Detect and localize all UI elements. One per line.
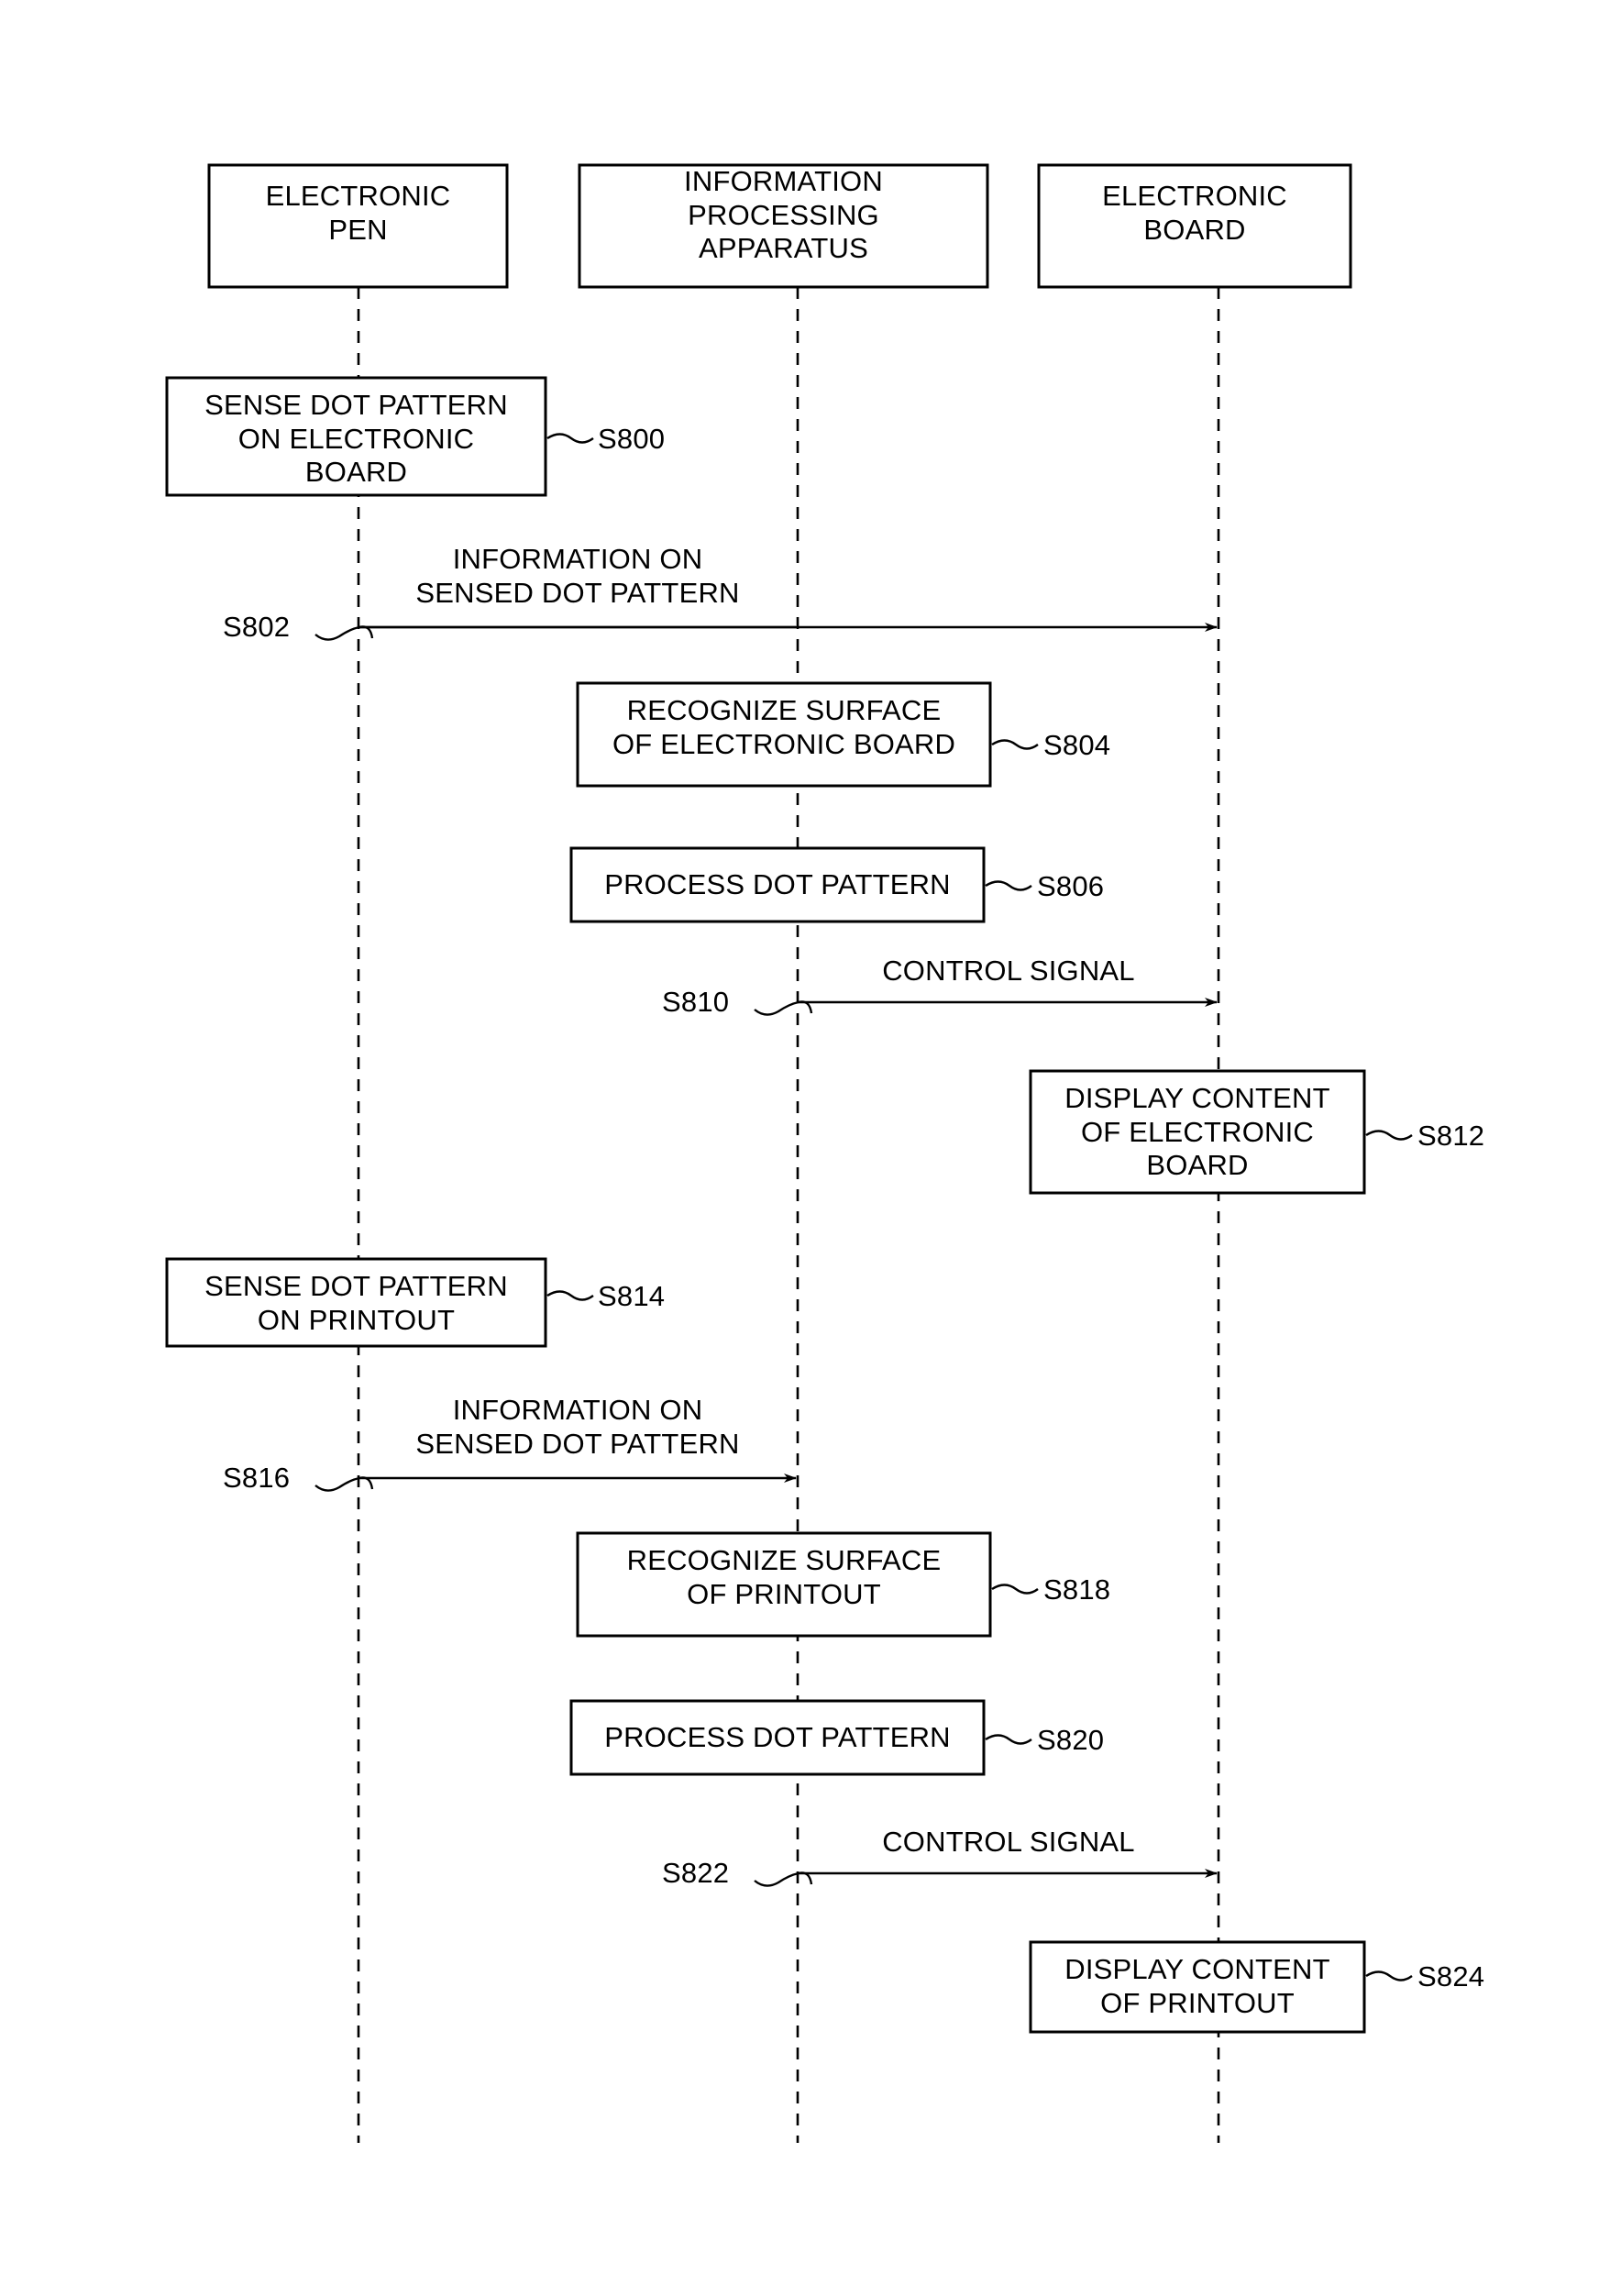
activity-label-s814-line2: ON PRINTOUT [257,1303,456,1336]
activity-label-s824: DISPLAY CONTENT OF PRINTOUT [1031,1953,1364,2020]
activity-label-s812-line1: DISPLAY CONTENT [1064,1082,1330,1114]
message-label-s802-line2: SENSED DOT PATTERN [415,577,740,610]
leader-s814 [546,1290,594,1301]
leader-s804 [991,739,1039,750]
leader-s800 [546,433,594,444]
leader-s810-msg [754,1000,813,1016]
leader-s824 [1365,1970,1413,1981]
activity-label-s824-line1: DISPLAY CONTENT [1064,1953,1330,1985]
activity-label-s820-line1: PROCESS DOT PATTERN [604,1720,951,1753]
message-label-s822-line1: CONTROL SIGNAL [882,1826,1135,1858]
activity-label-s814-line1: SENSE DOT PATTERN [204,1270,508,1302]
activity-label-s800-line2: ON ELECTRONIC [237,422,475,455]
actor-label-information-processing-apparatus: INFORMATION PROCESSING APPARATUS [579,165,987,266]
activity-label-s800-line1: SENSE DOT PATTERN [204,389,508,421]
activity-label-s818-line1: RECOGNIZE SURFACE [626,1544,942,1576]
leader-s806 [985,880,1032,891]
actor-label-pen: ELECTRONIC PEN [209,180,507,247]
actor-label-electronic-board: ELECTRONIC BOARD [1039,180,1351,247]
step-ref-s810: S810 [662,986,730,1018]
actor-label-ipa-line3: APPARATUS [699,232,868,265]
diagram-vector-layer [165,163,1413,2143]
actor-label-ipa-line2: PROCESSING [688,198,879,231]
step-ref-s812: S812 [1417,1120,1485,1152]
step-ref-s802: S802 [223,611,291,643]
activity-label-s824-line2: OF PRINTOUT [1100,1986,1295,2019]
message-label-s822: CONTROL SIGNAL [825,1825,1192,1859]
activity-label-s818-line2: OF PRINTOUT [687,1577,881,1610]
activity-label-s818: RECOGNIZE SURFACE OF PRINTOUT [578,1544,990,1611]
sequence-diagram-canvas: ELECTRONIC PEN INFORMATION PROCESSING AP… [0,0,1610,2296]
activity-label-s812-line3: BOARD [1146,1149,1249,1182]
activity-label-s812-line2: OF ELECTRONIC [1080,1115,1315,1148]
step-ref-s814: S814 [598,1280,666,1312]
message-label-s816-line2: SENSED DOT PATTERN [415,1428,740,1461]
message-label-s802: INFORMATION ON SENSED DOT PATTERN [385,542,770,610]
leader-s818 [991,1584,1039,1595]
leader-s802-msg [314,625,374,641]
message-label-s810-line1: CONTROL SIGNAL [882,955,1135,987]
step-ref-s800: S800 [598,423,666,455]
message-label-s816-line1: INFORMATION ON [452,1394,703,1426]
step-ref-s824: S824 [1417,1960,1485,1992]
actor-label-board-line2: BOARD [1143,213,1246,246]
leader-s822-msg [754,1871,813,1887]
activity-label-s814: SENSE DOT PATTERN ON PRINTOUT [167,1270,546,1337]
leader-s812 [1365,1130,1413,1141]
actor-label-ipa-line1: INFORMATION [684,165,883,197]
activity-label-s812: DISPLAY CONTENT OF ELECTRONIC BOARD [1031,1082,1364,1183]
activity-label-s806-line1: PROCESS DOT PATTERN [604,867,951,900]
step-ref-s804: S804 [1043,729,1111,761]
activity-label-s800-line3: BOARD [304,456,408,489]
step-ref-s820: S820 [1037,1724,1105,1756]
message-label-s816: INFORMATION ON SENSED DOT PATTERN [385,1393,770,1461]
activity-label-s800: SENSE DOT PATTERN ON ELECTRONIC BOARD [167,389,546,490]
actor-label-board-line1: ELECTRONIC [1102,180,1287,212]
step-ref-s822: S822 [662,1857,730,1889]
activity-label-s804-line2: OF ELECTRONIC BOARD [612,727,956,760]
actor-label-pen-line1: ELECTRONIC [265,180,451,212]
activity-label-s804-line1: RECOGNIZE SURFACE [626,694,942,726]
step-ref-s818: S818 [1043,1573,1111,1606]
activity-label-s804: RECOGNIZE SURFACE OF ELECTRONIC BOARD [578,694,990,761]
step-ref-s806: S806 [1037,870,1105,902]
step-ref-s816: S816 [223,1462,291,1494]
activity-label-s820: PROCESS DOT PATTERN [571,1701,984,1774]
leader-s820 [985,1734,1032,1745]
activity-label-s806: PROCESS DOT PATTERN [571,848,984,922]
message-label-s810: CONTROL SIGNAL [825,954,1192,988]
leader-s816-msg [314,1476,374,1492]
message-label-s802-line1: INFORMATION ON [452,543,703,575]
actor-label-pen-line2: PEN [328,213,388,246]
